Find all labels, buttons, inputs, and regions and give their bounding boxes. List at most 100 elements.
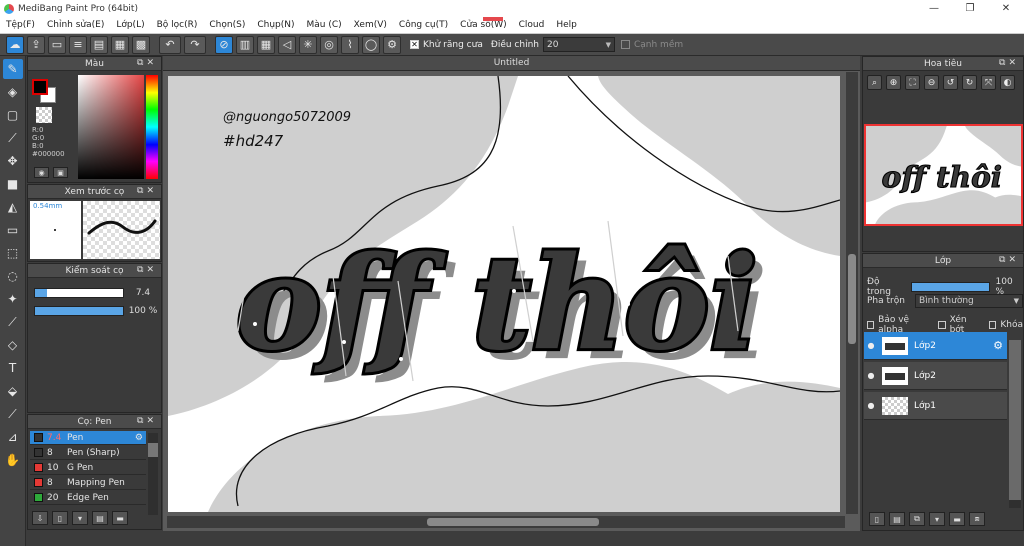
- canvas-vertical-scrollbar[interactable]: [846, 72, 858, 514]
- menu-view[interactable]: Xem(V): [354, 20, 387, 30]
- divide-tool-icon[interactable]: ⟋: [3, 404, 23, 424]
- grid-icon[interactable]: ▩: [132, 35, 150, 54]
- layer-row[interactable]: ● Lớp2 ⚙: [864, 332, 1007, 360]
- new-halftone-layer-icon[interactable]: ▤: [889, 512, 905, 526]
- panel-controls-icon[interactable]: ⧉✕: [999, 58, 1019, 68]
- flip-icon[interactable]: ◐: [1000, 75, 1015, 90]
- folder-icon[interactable]: ▬: [949, 512, 965, 526]
- menu-file[interactable]: Tệp(F): [6, 20, 35, 30]
- add-brush-icon[interactable]: ▾: [72, 511, 88, 525]
- lasso-tool-icon[interactable]: ◌: [3, 266, 23, 286]
- menu-help[interactable]: Help: [556, 20, 577, 30]
- layer-list-scrollbar[interactable]: [1009, 340, 1021, 508]
- reset-rotation-icon[interactable]: ⤧: [981, 75, 996, 90]
- select-tool-icon[interactable]: ⬚: [3, 243, 23, 263]
- zoom-out-icon[interactable]: ⊖: [924, 75, 939, 90]
- move-tool-icon[interactable]: ✥: [3, 151, 23, 171]
- snap-perspective-icon[interactable]: ◁: [278, 35, 296, 54]
- visibility-icon[interactable]: ●: [864, 371, 878, 380]
- hue-slider[interactable]: [146, 75, 158, 179]
- folder-icon[interactable]: ▬: [112, 511, 128, 525]
- menu-select[interactable]: Chọn(S): [209, 20, 245, 30]
- brush-item[interactable]: 20 Edge Pen: [30, 491, 146, 505]
- share-icon[interactable]: ⇪: [27, 35, 45, 54]
- visibility-icon[interactable]: ●: [864, 401, 878, 410]
- panel-controls-icon[interactable]: ⧉✕: [999, 255, 1019, 265]
- bucket-tool-icon[interactable]: ◭: [3, 197, 23, 217]
- zoom-in-icon[interactable]: ⊕: [886, 75, 901, 90]
- brush-item[interactable]: 10 G Pen: [30, 461, 146, 475]
- panel-controls-icon[interactable]: ⧉✕: [137, 265, 157, 275]
- transparent-color-swatch[interactable]: [36, 107, 52, 123]
- undo-icon[interactable]: ↶: [159, 35, 181, 54]
- snap-off-icon[interactable]: ⊘: [215, 35, 233, 54]
- snap-curve-icon[interactable]: ⌇: [341, 35, 359, 54]
- comic-icon[interactable]: ▦: [111, 35, 129, 54]
- minimize-icon[interactable]: —: [916, 0, 952, 17]
- clipping-checkbox[interactable]: [938, 321, 946, 329]
- snap-grid-icon[interactable]: ▦: [257, 35, 275, 54]
- layer-row[interactable]: ● Lớp1: [864, 392, 1007, 420]
- fit-icon[interactable]: ⛶: [905, 75, 920, 90]
- visibility-icon[interactable]: ●: [864, 341, 878, 350]
- rotate-right-icon[interactable]: ↻: [962, 75, 977, 90]
- panel-controls-icon[interactable]: ⧉✕: [137, 416, 157, 426]
- new-brush-icon[interactable]: ▯: [52, 511, 68, 525]
- panel-controls-icon[interactable]: ⧉✕: [137, 58, 157, 68]
- saturation-value-picker[interactable]: [78, 75, 144, 179]
- palette-button[interactable]: ▣: [53, 167, 68, 178]
- brush-opacity-slider[interactable]: [34, 306, 124, 316]
- snap-radial-icon[interactable]: ✳: [299, 35, 317, 54]
- layer-opacity-slider[interactable]: [910, 282, 990, 292]
- brush-item[interactable]: 7.4 Pen ⚙: [30, 431, 146, 445]
- snap-parallel-icon[interactable]: ▥: [236, 35, 254, 54]
- brush-item[interactable]: 8 Pen (Sharp): [30, 446, 146, 460]
- zoom-icon[interactable]: ⌕: [867, 75, 882, 90]
- document-icon[interactable]: ▤: [90, 35, 108, 54]
- restore-icon[interactable]: ❐: [952, 0, 988, 17]
- brush-tool-icon[interactable]: ✎: [2, 59, 23, 79]
- close-icon[interactable]: ✕: [988, 0, 1024, 17]
- chat-icon[interactable]: ▭: [48, 35, 66, 54]
- add-layer-menu-icon[interactable]: ▾: [929, 512, 945, 526]
- document-tab[interactable]: Untitled: [163, 56, 860, 71]
- eyedropper-tool-icon[interactable]: ⊿: [3, 427, 23, 447]
- antialias-checkbox[interactable]: ✕: [410, 40, 419, 49]
- cloud-icon[interactable]: ☁: [6, 35, 24, 54]
- select-pen-tool-icon[interactable]: ⟋: [3, 312, 23, 332]
- panel-controls-icon[interactable]: ⧉✕: [137, 186, 157, 196]
- select-eraser-tool-icon[interactable]: ◇: [3, 335, 23, 355]
- menu-capture[interactable]: Chụp(N): [257, 20, 294, 30]
- layers-icon[interactable]: ≡: [69, 35, 87, 54]
- lock-checkbox[interactable]: [989, 321, 997, 329]
- color-wheel-button[interactable]: ◉: [34, 167, 49, 178]
- text-tool-icon[interactable]: T: [3, 358, 23, 378]
- fill-rect-tool-icon[interactable]: ■: [3, 174, 23, 194]
- menu-window[interactable]: Cửa sổ(W): [460, 20, 506, 30]
- snap-ellipse-icon[interactable]: ◯: [362, 35, 380, 54]
- navigator-thumbnail[interactable]: off thôi: [864, 124, 1023, 226]
- layer-row[interactable]: ● Lớp2: [864, 362, 1007, 390]
- menu-edit[interactable]: Chỉnh sửa(E): [47, 20, 104, 30]
- gradient-tool-icon[interactable]: ▭: [3, 220, 23, 240]
- brush-properties-icon[interactable]: ▤: [92, 511, 108, 525]
- delete-layer-icon[interactable]: ⧈: [969, 512, 985, 526]
- adjust-select[interactable]: 20 ▼: [542, 37, 615, 52]
- layer-blend-select[interactable]: Bình thường ▼: [914, 294, 1023, 308]
- artboard[interactable]: @nguongo5072009 #hd247 off thôi off thôi…: [168, 76, 840, 512]
- smooth-edge-checkbox[interactable]: [620, 40, 630, 49]
- hand-tool-icon[interactable]: ✋: [3, 450, 23, 470]
- brush-item[interactable]: 8 Mapping Pen: [30, 476, 146, 490]
- menu-tools[interactable]: Công cụ(T): [399, 20, 448, 30]
- snap-settings-icon[interactable]: ⚙: [383, 35, 401, 54]
- magic-wand-tool-icon[interactable]: ✦: [3, 289, 23, 309]
- foreground-color-swatch[interactable]: [32, 79, 48, 95]
- redo-icon[interactable]: ↷: [184, 35, 206, 54]
- gear-icon[interactable]: ⚙: [993, 339, 1003, 352]
- new-layer-icon[interactable]: ▯: [869, 512, 885, 526]
- menu-cloud[interactable]: Cloud: [519, 20, 545, 30]
- brush-list-scrollbar[interactable]: [148, 433, 158, 515]
- eraser-tool-icon[interactable]: ◈: [3, 82, 23, 102]
- rotate-left-icon[interactable]: ↺: [943, 75, 958, 90]
- snap-circle-icon[interactable]: ◎: [320, 35, 338, 54]
